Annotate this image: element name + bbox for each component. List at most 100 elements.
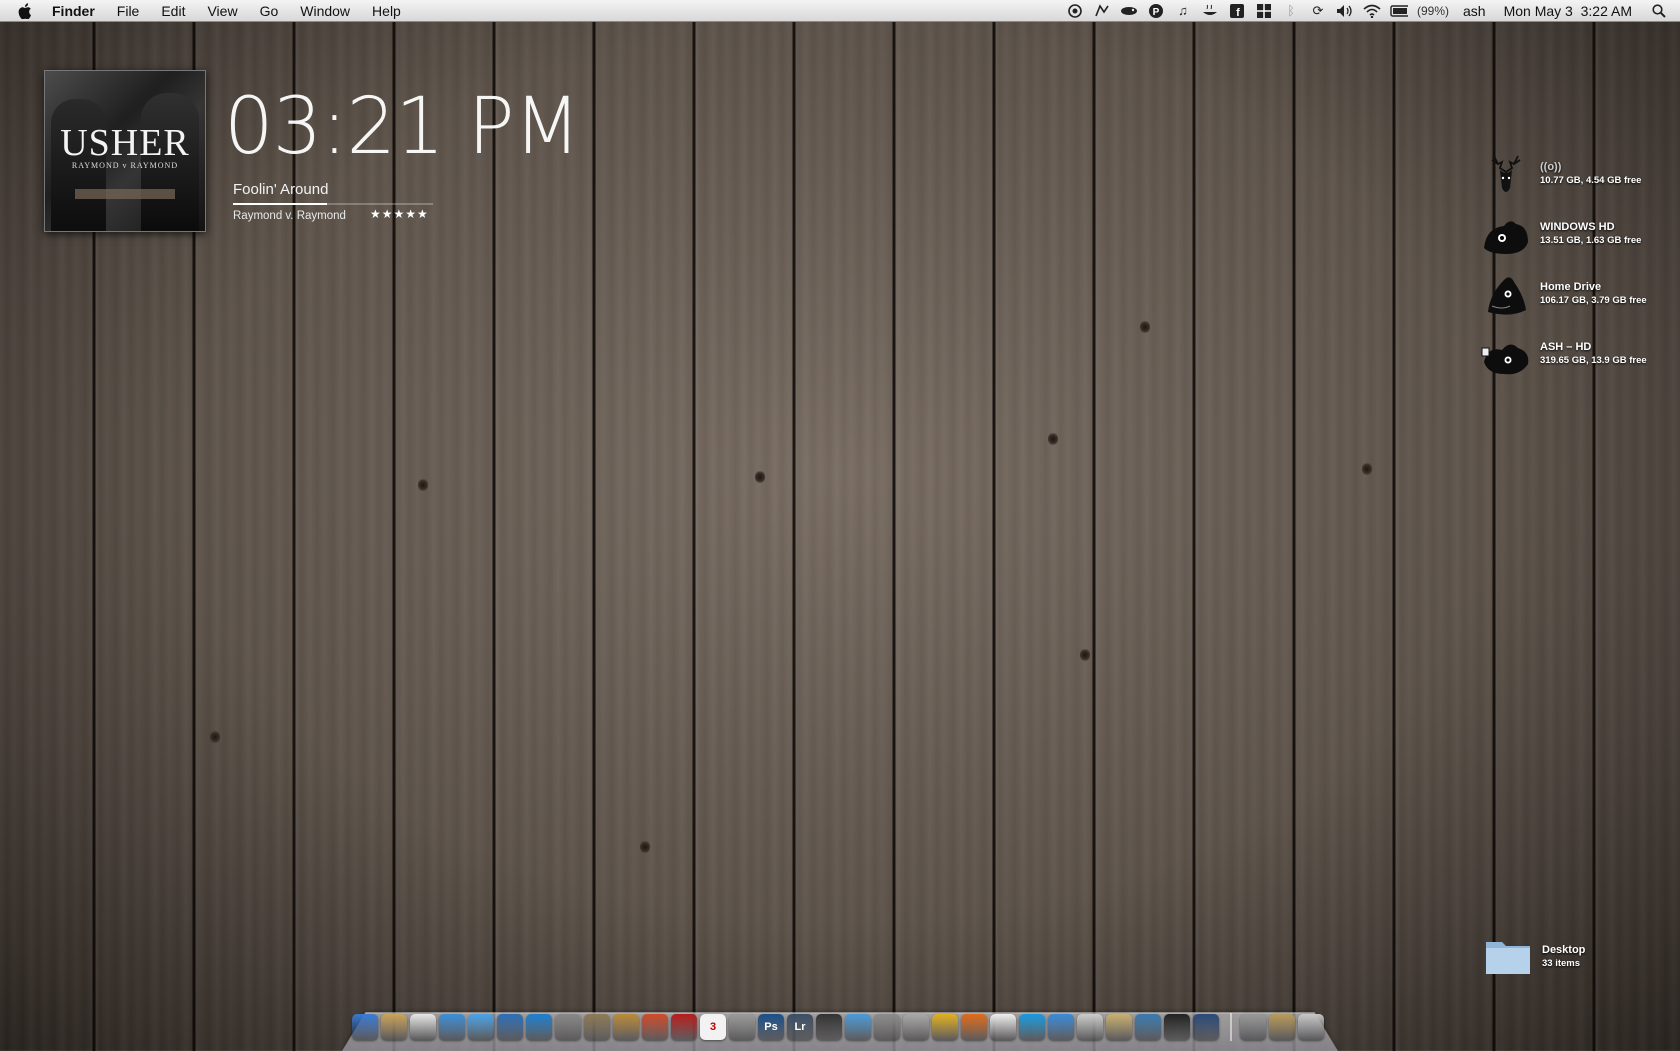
battery-percent: (99%) bbox=[1417, 3, 1450, 18]
battery-icon[interactable] bbox=[1390, 3, 1408, 19]
dock-finder-icon[interactable] bbox=[352, 1014, 378, 1040]
creature-drive-icon bbox=[1484, 221, 1528, 254]
folder-info: 33 items bbox=[1542, 958, 1581, 969]
folder-icon bbox=[1486, 942, 1530, 974]
folder-name: Desktop bbox=[1542, 944, 1586, 956]
wood-knot bbox=[1362, 462, 1372, 476]
dock-lightroom-icon[interactable]: Lr bbox=[787, 1014, 813, 1040]
wood-knot bbox=[210, 730, 220, 744]
dock-separator bbox=[1230, 1013, 1232, 1041]
dock-ical-icon[interactable]: 3 bbox=[700, 1014, 726, 1040]
dock-calculator-icon[interactable] bbox=[1077, 1014, 1103, 1040]
album-artwork[interactable]: USHER RAYMOND v RAYMOND bbox=[44, 70, 206, 232]
wood-knot bbox=[1080, 648, 1090, 662]
growl-icon[interactable] bbox=[1120, 3, 1138, 19]
wifi-icon[interactable] bbox=[1363, 3, 1381, 19]
svg-text:P: P bbox=[1153, 7, 1160, 18]
dock-time-machine-icon[interactable] bbox=[1193, 1014, 1219, 1040]
dock-garageband-icon[interactable] bbox=[613, 1014, 639, 1040]
menu-bar: Finder File Edit View Go Window Help P ♫… bbox=[0, 0, 1680, 22]
svg-text:f: f bbox=[1236, 7, 1240, 18]
widget-clock: 03:21 PM bbox=[224, 82, 581, 172]
tea-icon[interactable] bbox=[1201, 3, 1219, 19]
deer-icon bbox=[1491, 155, 1521, 192]
grid-icon[interactable] bbox=[1255, 3, 1273, 19]
music-note-icon[interactable]: ♫ bbox=[1174, 3, 1192, 19]
menu-file[interactable]: File bbox=[117, 3, 140, 19]
dock-itunes-icon[interactable] bbox=[468, 1014, 494, 1040]
record-icon[interactable] bbox=[1066, 3, 1084, 19]
bluetooth-icon[interactable]: ᛒ bbox=[1282, 3, 1300, 19]
dock-address-book-icon[interactable] bbox=[671, 1014, 697, 1040]
dock-photoshop-icon[interactable]: Ps bbox=[758, 1014, 784, 1040]
dock-iphoto-icon[interactable] bbox=[584, 1014, 610, 1040]
wood-knot bbox=[1048, 432, 1058, 446]
spotlight-search-icon[interactable] bbox=[1650, 3, 1668, 19]
menu-view[interactable]: View bbox=[207, 3, 237, 19]
drive-name: WINDOWS HD bbox=[1540, 221, 1615, 233]
dock-mail-icon[interactable] bbox=[410, 1014, 436, 1040]
track-progress-fill bbox=[233, 203, 327, 205]
wood-knot bbox=[755, 470, 765, 484]
user-name[interactable]: ash bbox=[1463, 3, 1486, 19]
song-title: Foolin' Around bbox=[233, 181, 329, 198]
drive-info: 106.17 GB, 3.79 GB free bbox=[1540, 295, 1647, 306]
dock-automator-icon[interactable] bbox=[903, 1014, 929, 1040]
drive-ash-hd[interactable]: ASH – HD 319.65 GB, 13.9 GB free bbox=[1480, 332, 1647, 378]
drive-info: 10.77 GB, 4.54 GB free bbox=[1540, 175, 1642, 186]
album-title: Raymond v. Raymond bbox=[233, 210, 346, 222]
volume-icon[interactable] bbox=[1336, 3, 1354, 19]
status-menus: P ♫ f ᛒ ⟳ (99%) ash Mon May 3 3:22 AM bbox=[1057, 0, 1680, 22]
dock-omnigraffle-icon[interactable] bbox=[845, 1014, 871, 1040]
rating-stars[interactable]: ★★★★★ bbox=[370, 207, 429, 221]
creature-drive-icon bbox=[1488, 277, 1526, 315]
dock-firefox-icon[interactable] bbox=[961, 1014, 987, 1040]
dock-imovie-icon[interactable] bbox=[555, 1014, 581, 1040]
dock-aperture-icon[interactable] bbox=[816, 1014, 842, 1040]
dock-dvd-player-icon[interactable] bbox=[526, 1014, 552, 1040]
dock-skype-icon[interactable] bbox=[1019, 1014, 1045, 1040]
dock-system-preferences-icon[interactable] bbox=[729, 1014, 755, 1040]
drive-network[interactable]: ((o)) 10.77 GB, 4.54 GB free bbox=[1480, 152, 1641, 198]
dock-ichat-icon[interactable] bbox=[1048, 1014, 1074, 1040]
desktop-folder[interactable]: Desktop 33 items bbox=[1484, 936, 1585, 976]
dock-safari-icon[interactable] bbox=[439, 1014, 465, 1040]
dock: 3 Ps Lr bbox=[352, 1010, 1332, 1044]
menu-edit[interactable]: Edit bbox=[161, 3, 185, 19]
dock-console-icon[interactable] bbox=[932, 1014, 958, 1040]
drive-home[interactable]: Home Drive 106.17 GB, 3.79 GB free bbox=[1480, 272, 1647, 318]
drive-name: ASH – HD bbox=[1540, 341, 1592, 353]
apple-menu-icon[interactable] bbox=[18, 2, 34, 20]
album-art-subtitle: RAYMOND v RAYMOND bbox=[71, 161, 179, 170]
album-bench bbox=[75, 189, 175, 199]
menu-help[interactable]: Help bbox=[372, 3, 401, 19]
dock-textedit-icon[interactable] bbox=[1106, 1014, 1132, 1040]
album-art-artist: USHER bbox=[60, 122, 190, 164]
drive-windows-hd[interactable]: WINDOWS HD 13.51 GB, 1.63 GB free bbox=[1480, 212, 1641, 258]
dock-documents-stack-icon[interactable] bbox=[1240, 1014, 1266, 1040]
creature-drive-icon bbox=[1481, 344, 1529, 375]
script-icon[interactable] bbox=[1093, 3, 1111, 19]
dock-network-icon[interactable] bbox=[1135, 1014, 1161, 1040]
menu-go[interactable]: Go bbox=[260, 3, 279, 19]
dock-plex-icon[interactable] bbox=[1164, 1014, 1190, 1040]
dock-photo-booth-icon[interactable] bbox=[642, 1014, 668, 1040]
facebook-icon[interactable]: f bbox=[1228, 3, 1246, 19]
wood-knot bbox=[418, 478, 428, 492]
sync-icon[interactable]: ⟳ bbox=[1309, 3, 1327, 19]
dock-messages-icon[interactable] bbox=[990, 1014, 1016, 1040]
dock-preview-icon[interactable] bbox=[381, 1014, 407, 1040]
track-progress-bar[interactable] bbox=[233, 203, 433, 205]
dock-quicktime-icon[interactable] bbox=[497, 1014, 523, 1040]
p-icon[interactable]: P bbox=[1147, 3, 1165, 19]
dock-trash-icon[interactable] bbox=[1298, 1014, 1324, 1040]
drive-name: ((o)) bbox=[1540, 161, 1562, 173]
dock-utility-icon[interactable] bbox=[874, 1014, 900, 1040]
menu-finder[interactable]: Finder bbox=[52, 3, 95, 19]
dock-downloads-stack-icon[interactable] bbox=[1269, 1014, 1295, 1040]
wood-knot bbox=[1140, 320, 1150, 334]
menu-window[interactable]: Window bbox=[300, 3, 350, 19]
wood-knot bbox=[640, 840, 650, 854]
clock-datetime[interactable]: Mon May 3 3:22 AM bbox=[1504, 3, 1632, 19]
drive-name: Home Drive bbox=[1540, 281, 1602, 293]
